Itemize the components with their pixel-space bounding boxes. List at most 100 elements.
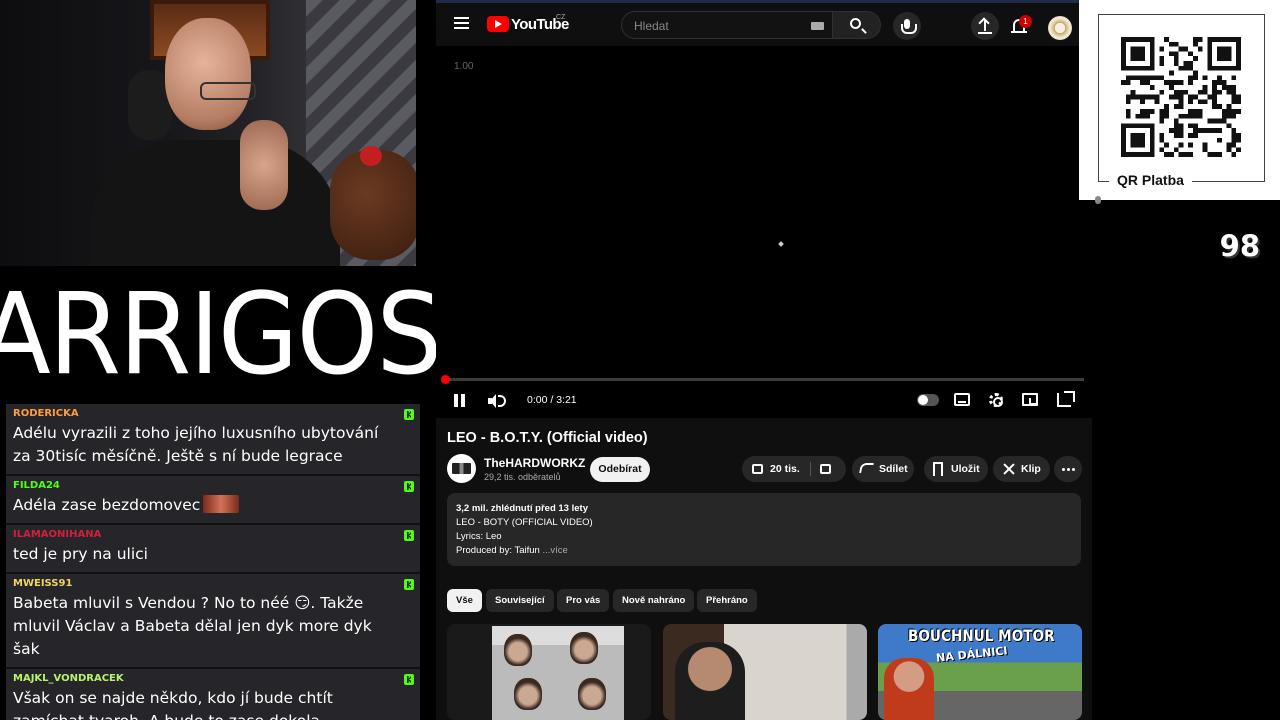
streamer-body [90,140,340,266]
chat-text: ted je pry na ulici [13,545,148,563]
description-line: Produced by: Taifun [456,545,540,556]
thumbnail-face [514,678,542,710]
video-thumbnail[interactable]: BOUCHNUL MOTOR NA DÁLNICI [878,624,1082,720]
keyboard-icon[interactable] [811,22,824,30]
search-placeholder: Hledat [634,19,669,33]
youtube-window: YouTube CZ Hledat 1 1.00 0:00 / 3:21 LEO… [436,0,1092,720]
chip-recently-uploaded[interactable]: Nově nahráno [613,589,695,612]
thumbs-down-icon[interactable] [820,464,831,474]
chip-all[interactable]: Vše [447,589,482,612]
streamer-hand [240,120,288,210]
channel-logo-text: ARRIGOS [0,268,442,400]
chat-username[interactable]: ILAMAONIHANA [13,529,396,540]
subscribe-button[interactable]: Odebírat [590,457,650,482]
channel-logo: ARRIGOS [0,266,442,402]
kick-badge-icon [404,481,414,492]
show-more-link[interactable]: ...více [542,545,567,556]
chat-username[interactable]: FILDA24 [13,480,396,491]
chip-watched[interactable]: Přehráno [697,589,757,612]
description-line: Lyrics: Leo [456,531,502,542]
youtube-region: CZ [556,14,566,21]
view-count-date: 3,2 mil. zhlédnutí před 13 lety [456,503,588,514]
chat-text: Však on se najde někdo, kdo jí bude chtí… [13,689,333,720]
miniplayer-icon[interactable] [1022,393,1038,406]
video-thumbnail[interactable] [447,624,651,720]
create-button[interactable] [971,12,999,40]
chat-message: MAJKL_VONDRACEK Však on se najde někdo, … [6,669,420,720]
more-actions-button[interactable] [1054,456,1082,482]
thumbnail-person [884,658,934,720]
video-title: LEO - B.O.T.Y. (Official video) [447,430,648,446]
hamburger-menu-icon[interactable] [454,17,469,29]
search-input[interactable]: Hledat [621,11,833,39]
scissors-icon [1002,462,1014,475]
share-button[interactable]: Sdílet [852,456,914,482]
scrollbar-thumb[interactable] [1095,196,1101,204]
thumbnail-face [578,678,606,710]
fullscreen-icon[interactable] [1057,391,1075,407]
thumbnail-person [675,642,745,720]
chat-message: ILAMAONIHANA ted je pry na ulici [6,525,420,574]
youtube-logo-icon[interactable] [487,16,509,32]
thumbs-up-icon[interactable] [752,464,763,474]
counter-value: 98 [1219,229,1260,263]
subtitles-icon[interactable] [954,393,970,406]
account-avatar[interactable] [1048,16,1072,40]
chip-related[interactable]: Související [486,589,554,612]
channel-avatar[interactable] [447,454,476,483]
qr-payment-panel: QR Platba [1079,0,1280,200]
like-count[interactable]: 20 tis. [770,456,800,482]
playback-speed-label: 1.00 [454,61,474,72]
thumbnail-subtitle-text: NA DÁLNICI [935,644,1009,665]
kick-badge-icon [404,579,414,590]
description-box[interactable]: 3,2 mil. zhlédnutí před 13 lety LEO - BO… [447,493,1081,566]
streamer-head [165,18,251,130]
microphone-icon [901,19,917,34]
thumbnail-face [570,632,598,664]
search-icon [850,18,861,29]
chat-text: Adélu vyrazili z toho jejího luxusního u… [13,424,379,465]
kick-badge-icon [404,409,414,420]
kick-badge-icon [404,674,414,685]
plush-toy-nose [360,146,382,166]
upload-icon [978,20,992,34]
thumbnail-title-text: BOUCHNUL MOTOR [908,626,1055,645]
autoplay-toggle-icon[interactable] [917,394,939,406]
share-label: Sdílet [879,463,908,475]
glasses [200,82,256,100]
video-thumbnail[interactable] [663,624,867,720]
like-dislike-group: 20 tis. [742,456,846,482]
clip-label: Klip [1021,463,1041,475]
chat-text: Adéla zase bezdomovec [13,494,396,517]
notification-count-badge: 1 [1019,15,1032,28]
emote-icon [203,495,240,513]
chat-username[interactable]: RODERICKA [13,408,396,419]
share-icon [859,463,874,473]
qr-code-icon [1121,37,1241,157]
chat-message: FILDA24 Adéla zase bezdomovec [6,476,420,525]
volume-wave-icon [498,395,506,407]
gear-icon[interactable] [989,393,1003,407]
chat-username[interactable]: MAJKL_VONDRACEK [13,673,396,684]
video-player[interactable]: 1.00 0:00 / 3:21 [436,46,1092,418]
voice-search-button[interactable] [893,12,921,40]
save-button[interactable]: Uložit [924,456,988,482]
youtube-header: YouTube CZ Hledat 1 [436,3,1092,45]
mouse-cursor [778,241,784,247]
search-button[interactable] [833,11,881,39]
progress-bar[interactable] [444,378,1084,381]
pause-icon[interactable] [454,394,465,407]
thumbnail-image [492,626,624,720]
plush-toy [330,150,416,260]
chat-message: MWEISS91 Babeta mluvil s Vendou ? No to … [6,574,420,669]
chat-username[interactable]: MWEISS91 [13,578,396,589]
like-divider [810,462,811,476]
progress-scrubber[interactable] [441,375,450,384]
chip-for-you[interactable]: Pro vás [557,589,610,612]
chat-text: Babeta mluvil s Vendou ? No to néé 😏. Ta… [13,594,372,658]
clip-button[interactable]: Klip [993,456,1050,482]
channel-name[interactable]: TheHARDWORKZ [484,456,585,470]
description-line: LEO - BOTY (OFFICIAL VIDEO) [456,517,593,528]
bookmark-icon [933,462,943,476]
time-display: 0:00 / 3:21 [527,394,577,406]
